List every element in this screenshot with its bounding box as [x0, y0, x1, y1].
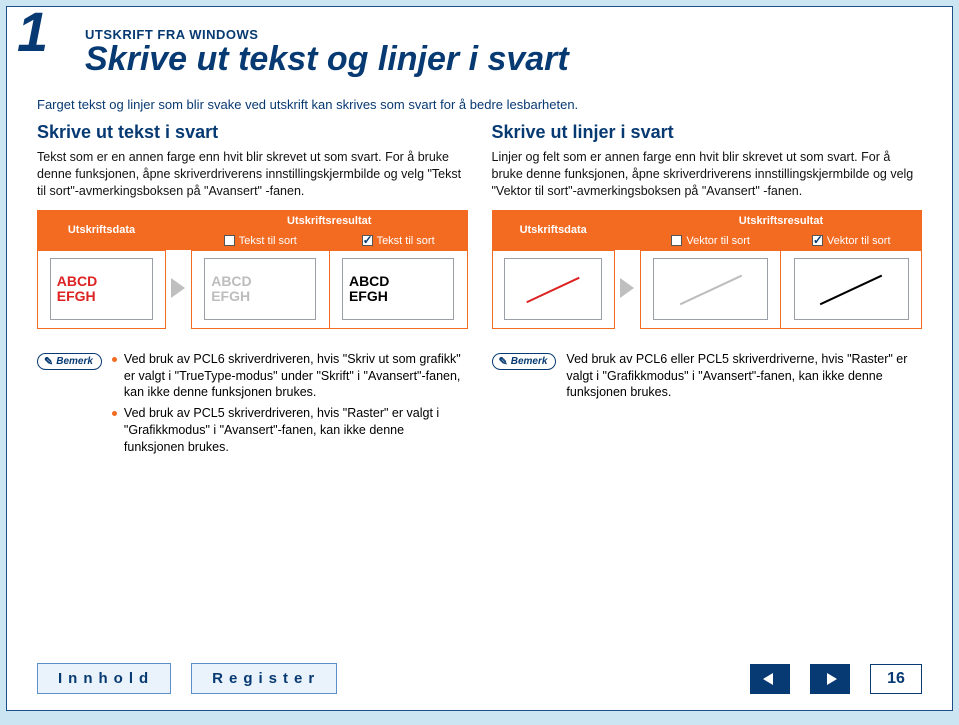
arrow-right-icon	[620, 278, 634, 298]
sample-line1: ABCD	[211, 274, 251, 289]
vector-demo-table: Utskriftsdata Utskriftsresultat Vektor t…	[492, 210, 923, 329]
col-result-label: Utskriftsresultat	[191, 210, 467, 231]
right-body: Linjer og felt som er annen farge enn hv…	[492, 149, 923, 200]
col-data-label: Utskriftsdata	[38, 210, 166, 250]
arrow-cell	[165, 250, 191, 328]
page-number: 16	[870, 664, 922, 694]
right-column: Skrive ut linjer i svart Linjer og felt …	[492, 122, 923, 460]
checkbox-off-icon	[224, 235, 235, 246]
sample-on-cell	[781, 250, 922, 328]
vector-card-red	[504, 258, 602, 320]
diagonal-line-icon	[527, 277, 580, 303]
next-page-button[interactable]	[810, 664, 850, 694]
sample-card-gray: ABCD EFGH	[204, 258, 316, 320]
vector-card-black	[794, 258, 909, 320]
sample-line1: ABCD	[349, 274, 389, 289]
checkbox-off-icon	[671, 235, 682, 246]
option-off-cell: Tekst til sort	[191, 231, 329, 250]
option-on-label: Tekst til sort	[377, 235, 435, 247]
index-button[interactable]: Register	[191, 663, 337, 694]
left-note: Bemerk Ved bruk av PCL6 skriverdriveren,…	[37, 351, 468, 460]
footer: Innhold Register 16	[37, 663, 922, 694]
note-item: Ved bruk av PCL5 skriverdriveren, hvis "…	[112, 405, 468, 456]
sample-off-cell: ABCD EFGH	[191, 250, 329, 328]
right-note: Bemerk Ved bruk av PCL6 eller PCL5 skriv…	[492, 351, 923, 402]
arrow-right-icon	[171, 278, 185, 298]
chapter-number: 1	[17, 0, 48, 64]
right-heading: Skrive ut linjer i svart	[492, 122, 923, 143]
note-list: Ved bruk av PCL6 skriverdriveren, hvis "…	[112, 351, 468, 456]
option-off-label: Tekst til sort	[239, 235, 297, 247]
checkbox-on-icon	[362, 235, 373, 246]
text-demo-table: Utskriftsdata Utskriftsresultat Tekst ti…	[37, 210, 468, 329]
sample-line2: EFGH	[211, 289, 250, 304]
option-off-cell: Vektor til sort	[640, 231, 781, 250]
left-body: Tekst som er en annen farge enn hvit bli…	[37, 149, 468, 200]
col-data-label: Utskriftsdata	[492, 210, 614, 250]
sample-card-red: ABCD EFGH	[50, 258, 153, 320]
sample-line2: EFGH	[57, 289, 96, 304]
note-item: Ved bruk av PCL6 skriverdriveren, hvis "…	[112, 351, 468, 402]
sample-off-cell	[640, 250, 781, 328]
intro-text: Farget tekst og linjer som blir svake ve…	[37, 97, 922, 112]
note-badge: Bemerk	[37, 353, 102, 370]
sample-line1: ABCD	[57, 274, 97, 289]
contents-button[interactable]: Innhold	[37, 663, 171, 694]
option-on-label: Vektor til sort	[827, 235, 891, 247]
option-off-label: Vektor til sort	[686, 235, 750, 247]
diagonal-line-icon	[820, 275, 882, 305]
note-badge: Bemerk	[492, 353, 557, 370]
checkbox-on-icon	[812, 235, 823, 246]
sample-line2: EFGH	[349, 289, 388, 304]
triangle-left-icon	[761, 672, 779, 686]
note-text: Ved bruk av PCL6 eller PCL5 skriverdrive…	[566, 351, 922, 402]
triangle-right-icon	[821, 672, 839, 686]
left-column: Skrive ut tekst i svart Tekst som er en …	[37, 122, 468, 460]
left-heading: Skrive ut tekst i svart	[37, 122, 468, 143]
sample-card-black: ABCD EFGH	[342, 258, 454, 320]
sample-input-cell: ABCD EFGH	[38, 250, 166, 328]
diagonal-line-icon	[680, 275, 742, 305]
col-result-label: Utskriftsresultat	[640, 210, 921, 231]
sample-on-cell: ABCD EFGH	[329, 250, 467, 328]
vector-card-gray	[653, 258, 768, 320]
option-on-cell: Tekst til sort	[329, 231, 467, 250]
arrow-cell	[614, 250, 640, 328]
option-on-cell: Vektor til sort	[781, 231, 922, 250]
sample-input-cell	[492, 250, 614, 328]
page-title: Skrive ut tekst og linjer i svart	[85, 40, 922, 79]
page: 1 UTSKRIFT FRA WINDOWS Skrive ut tekst o…	[6, 6, 953, 711]
prev-page-button[interactable]	[750, 664, 790, 694]
